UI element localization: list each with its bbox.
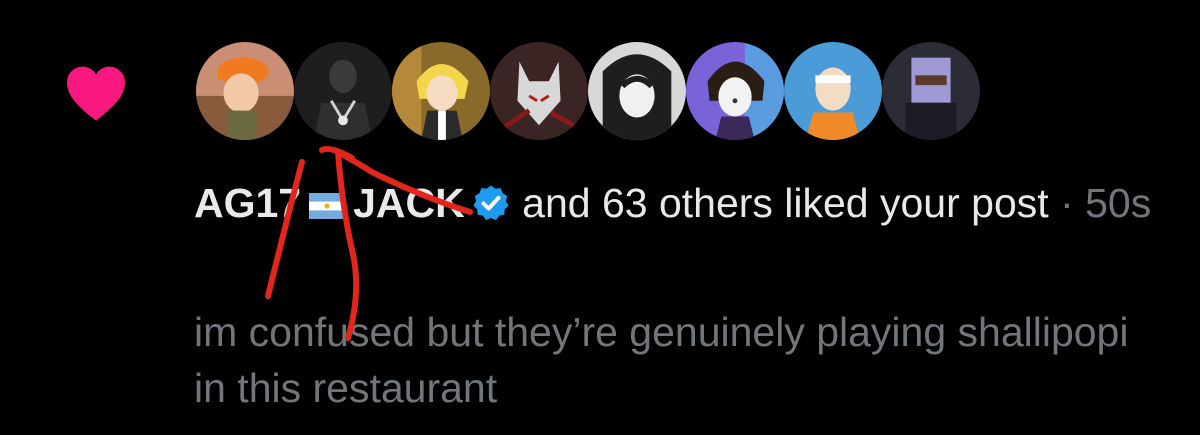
avatar-7[interactable] — [784, 42, 882, 140]
heart-icon — [67, 66, 125, 121]
avatar-8[interactable] — [882, 42, 980, 140]
verified-badge-icon — [473, 185, 509, 221]
argentina-flag-icon — [309, 193, 346, 219]
post-snippet[interactable]: im confused but they’re genuinely playin… — [194, 304, 1154, 416]
avatar-5[interactable] — [588, 42, 686, 140]
meta-separator: · — [1048, 180, 1086, 226]
avatar-3[interactable] — [392, 42, 490, 140]
timestamp[interactable]: 50s — [1085, 180, 1151, 226]
user-name-2[interactable]: JACK — [353, 180, 465, 226]
notification-headline: AG17 JACK and 63 others liked your post … — [194, 174, 1154, 232]
avatar-2[interactable] — [294, 42, 392, 140]
avatar-1[interactable] — [196, 42, 294, 140]
user-name-1[interactable]: AG17 — [194, 180, 301, 226]
avatar-4[interactable] — [490, 42, 588, 140]
others-liked-text: and 63 others liked your post — [522, 180, 1049, 226]
avatar-6[interactable] — [686, 42, 784, 140]
like-notification[interactable]: AG17 JACK and 63 others liked your post … — [0, 0, 1200, 435]
